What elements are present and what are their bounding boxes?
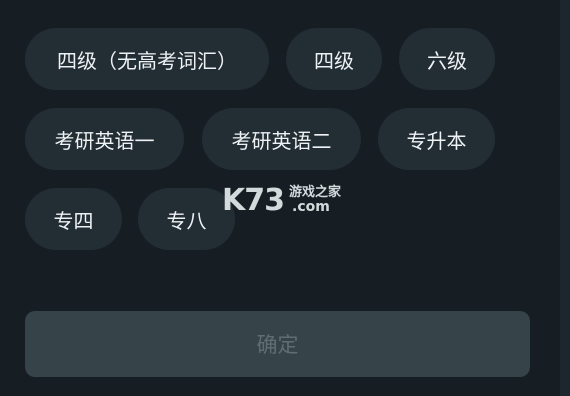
exam-type-picker: 四级（无高考词汇） 四级 六级 考研英语一 考研英语二 专升本 专四 专八 K7…: [0, 0, 570, 396]
option-kaoyan-english-1[interactable]: 考研英语一: [25, 108, 184, 170]
option-zhuanshengben[interactable]: 专升本: [378, 108, 495, 170]
k73-watermark-logo: K73 游戏之家 .com: [222, 183, 342, 218]
watermark-tagline: 游戏之家: [289, 184, 342, 200]
confirm-button[interactable]: 确定: [25, 311, 530, 377]
option-cet4[interactable]: 四级: [286, 28, 382, 90]
watermark-domain: .com: [292, 199, 330, 215]
option-cet6[interactable]: 六级: [399, 28, 495, 90]
option-kaoyan-english-2[interactable]: 考研英语二: [202, 108, 361, 170]
watermark-brand: K73: [222, 183, 284, 218]
option-cet4-no-gaokao[interactable]: 四级（无高考词汇）: [25, 28, 269, 90]
right-edge: [560, 0, 570, 396]
option-tem8[interactable]: 专八: [138, 188, 235, 250]
option-tem4[interactable]: 专四: [25, 188, 122, 250]
